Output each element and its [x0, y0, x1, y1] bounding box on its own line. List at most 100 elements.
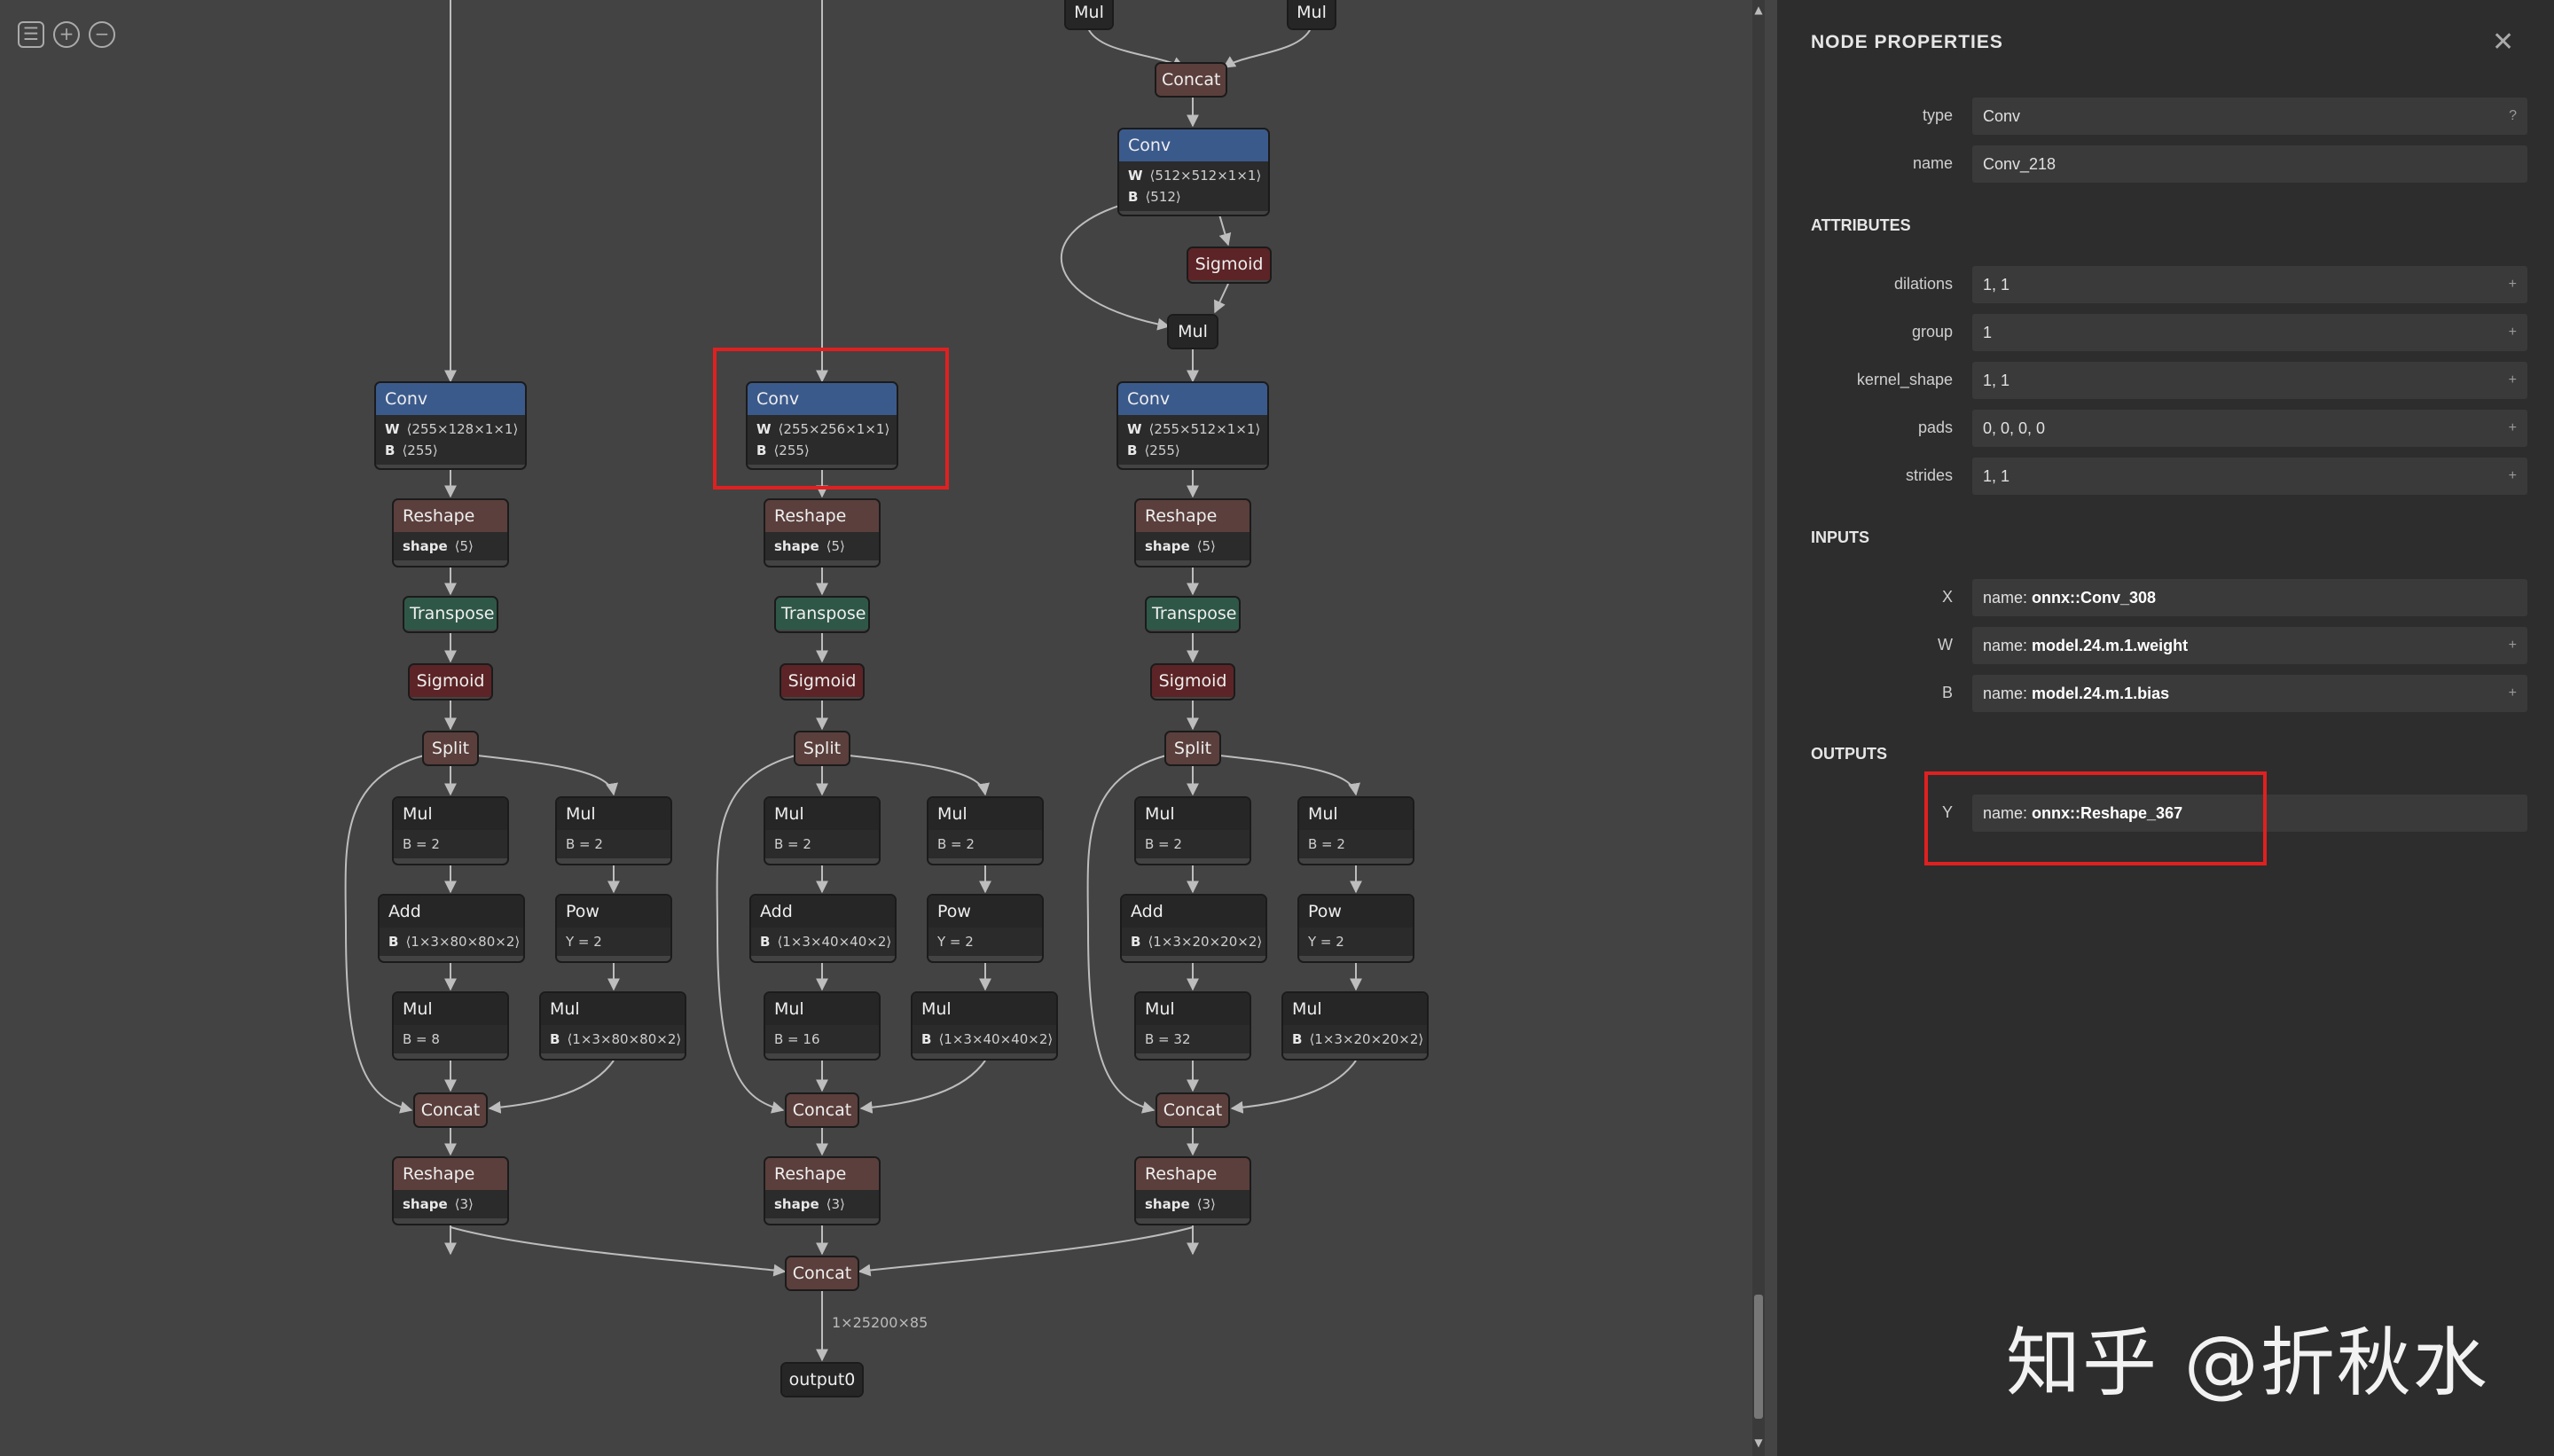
expand-icon[interactable]: +	[2509, 458, 2517, 495]
node-attrs: shape ⟨5⟩	[765, 532, 879, 560]
node-concat[interactable]: Concat	[1156, 1092, 1230, 1128]
prop-value[interactable]: 1, 1 +	[1972, 362, 2527, 399]
node-reshape[interactable]: Reshape shape ⟨5⟩	[392, 498, 509, 568]
node-reshape[interactable]: Reshape shape ⟨5⟩	[1134, 498, 1251, 568]
node-reshape[interactable]: Reshape shape ⟨3⟩	[392, 1156, 509, 1225]
node-conv[interactable]: Conv W ⟨255×512×1×1⟩ B ⟨255⟩	[1116, 381, 1269, 470]
prop-value[interactable]: Conv_218	[1972, 145, 2527, 183]
prop-value[interactable]: Conv?	[1972, 98, 2527, 135]
expand-icon[interactable]: +	[2509, 362, 2517, 399]
prop-value[interactable]: name: onnx::Conv_308	[1972, 579, 2527, 616]
expand-icon[interactable]: +	[2509, 627, 2517, 664]
prop-value[interactable]: 1 +	[1972, 314, 2527, 351]
node-mul[interactable]: Mul B ⟨1×3×40×40×2⟩	[911, 991, 1058, 1061]
prop-value[interactable]: name: model.24.m.1.weight +	[1972, 627, 2527, 664]
node-mul[interactable]: Mul B = 32	[1134, 991, 1251, 1061]
node-mul-top-left[interactable]: Mul	[1064, 0, 1114, 30]
node-mul[interactable]: Mul B ⟨1×3×80×80×2⟩	[539, 991, 686, 1061]
node-op: Mul	[913, 993, 1056, 1025]
attr-key: B	[385, 442, 396, 458]
expand-icon[interactable]: +	[2509, 266, 2517, 303]
node-mul[interactable]: Mul B = 8	[392, 991, 509, 1061]
watermark: 知乎 @折秋水	[2006, 1319, 2489, 1406]
node-transpose[interactable]: Transpose	[403, 596, 498, 633]
node-mul[interactable]: Mul B = 2	[555, 796, 672, 865]
expand-icon[interactable]: +	[2509, 314, 2517, 351]
graph-edges	[344, 0, 1362, 1362]
node-pow[interactable]: Pow Y = 2	[555, 894, 672, 963]
node-attrs: B = 8	[394, 1025, 507, 1053]
zoom-in-icon[interactable]: +	[53, 21, 80, 48]
node-output0[interactable]: output0	[780, 1362, 864, 1397]
node-add[interactable]: Add B ⟨1×3×20×20×2⟩	[1120, 894, 1267, 963]
node-sigmoid[interactable]: Sigmoid	[408, 663, 493, 701]
attr-key: B	[388, 934, 399, 950]
node-add[interactable]: Add B ⟨1×3×40×40×2⟩	[749, 894, 897, 963]
node-mul[interactable]: Mul B = 16	[764, 991, 881, 1061]
node-op: Concat	[787, 1257, 858, 1289]
node-split[interactable]: Split	[1164, 731, 1221, 766]
node-mul-top-right[interactable]: Mul	[1287, 0, 1336, 30]
prop-value[interactable]: 0, 0, 0, 0 +	[1972, 410, 2527, 447]
node-pow[interactable]: Pow Y = 2	[1297, 894, 1414, 963]
node-transpose[interactable]: Transpose	[1145, 596, 1241, 633]
node-op: Split	[1166, 732, 1219, 764]
vertical-scrollbar[interactable]: ▲ ▼	[1752, 0, 1765, 1456]
node-op: Transpose	[404, 598, 497, 630]
value-name: model.24.m.1.weight	[2032, 637, 2189, 654]
node-sigmoid[interactable]: Sigmoid	[780, 663, 865, 701]
node-reshape[interactable]: Reshape shape ⟨3⟩	[1134, 1156, 1251, 1225]
node-sigmoid-top[interactable]: Sigmoid	[1187, 247, 1272, 284]
node-mul-gate[interactable]: Mul	[1167, 314, 1218, 349]
attr-key: shape	[1145, 538, 1190, 554]
node-mul[interactable]: Mul B = 2	[927, 796, 1044, 865]
attr-value: B = 2	[566, 836, 603, 852]
node-op: Mul	[1283, 993, 1427, 1025]
node-concat[interactable]: Concat	[413, 1092, 488, 1128]
node-op: Reshape	[1136, 1158, 1250, 1190]
zoom-out-icon[interactable]: −	[89, 21, 115, 48]
scroll-up-icon[interactable]: ▲	[1752, 4, 1765, 16]
node-attrs: B = 2	[557, 830, 670, 858]
node-add[interactable]: Add B ⟨1×3×80×80×2⟩	[378, 894, 525, 963]
node-concat[interactable]: Concat	[785, 1092, 859, 1128]
node-conv-top[interactable]: Conv W ⟨512×512×1×1⟩ B ⟨512⟩	[1117, 128, 1270, 216]
prop-name: name Conv_218	[1777, 145, 2554, 183]
help-icon[interactable]: ?	[2509, 98, 2517, 135]
prop-value[interactable]: name: model.24.m.1.bias +	[1972, 675, 2527, 712]
node-reshape[interactable]: Reshape shape ⟨5⟩	[764, 498, 881, 568]
node-transpose[interactable]: Transpose	[774, 596, 870, 633]
expand-icon[interactable]: +	[2509, 675, 2517, 712]
node-pow[interactable]: Pow Y = 2	[927, 894, 1044, 963]
node-concat-final[interactable]: Concat	[785, 1256, 859, 1291]
prop-value[interactable]: 1, 1 +	[1972, 458, 2527, 495]
node-mul[interactable]: Mul B = 2	[764, 796, 881, 865]
node-mul[interactable]: Mul B ⟨1×3×20×20×2⟩	[1281, 991, 1429, 1061]
node-op: Reshape	[1136, 500, 1250, 532]
attr-value: ⟨255×256×1×1⟩	[778, 421, 890, 437]
node-sigmoid[interactable]: Sigmoid	[1150, 663, 1235, 701]
prop-value[interactable]: name: onnx::Reshape_367	[1972, 795, 2527, 832]
node-conv[interactable]: Conv W ⟨255×256×1×1⟩ B ⟨255⟩	[746, 381, 898, 470]
node-op: Conv	[1118, 383, 1267, 415]
scroll-thumb[interactable]	[1754, 1295, 1763, 1419]
node-mul[interactable]: Mul B = 2	[1134, 796, 1251, 865]
attr-value: ⟨1×3×20×20×2⟩	[1309, 1031, 1424, 1047]
node-concat-top[interactable]: Concat	[1155, 62, 1227, 98]
menu-icon[interactable]: ☰	[18, 21, 44, 48]
prop-value[interactable]: 1, 1 +	[1972, 266, 2527, 303]
close-icon[interactable]: ✕	[2492, 27, 2514, 58]
node-mul[interactable]: Mul B = 2	[1297, 796, 1414, 865]
scroll-down-icon[interactable]: ▼	[1752, 1436, 1765, 1449]
attr-key: B	[921, 1031, 932, 1047]
node-conv[interactable]: Conv W ⟨255×128×1×1⟩ B ⟨255⟩	[374, 381, 527, 470]
node-attrs: Y = 2	[1299, 928, 1413, 956]
attr-value: Y = 2	[937, 934, 974, 950]
node-split[interactable]: Split	[794, 731, 850, 766]
expand-icon[interactable]: +	[2509, 410, 2517, 447]
node-reshape[interactable]: Reshape shape ⟨3⟩	[764, 1156, 881, 1225]
node-split[interactable]: Split	[422, 731, 479, 766]
value-text: name:	[1983, 685, 2033, 702]
node-mul[interactable]: Mul B = 2	[392, 796, 509, 865]
graph-canvas[interactable]: ☰ + − Mul Mul Concat Conv W ⟨512×512×1×1⟩…	[0, 0, 1765, 1456]
